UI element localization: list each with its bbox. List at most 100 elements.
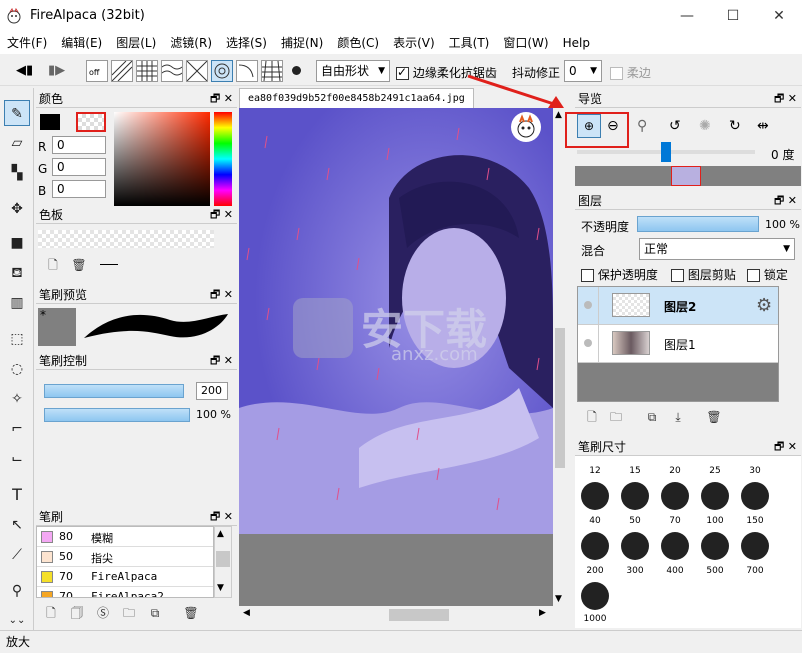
brush-size-dot[interactable] (581, 582, 609, 610)
background-color-swatch[interactable] (76, 112, 106, 132)
rotate-right-icon[interactable]: ↻ (729, 118, 741, 134)
brush-size-dot[interactable] (621, 482, 649, 510)
brush-size-dot[interactable] (741, 482, 769, 510)
brush-size-input[interactable]: 200 (196, 382, 228, 400)
copy-brush-icon[interactable]: 🗍 (68, 604, 86, 622)
brush-size-dot[interactable] (661, 482, 689, 510)
brush-size-cell[interactable]: 25 (695, 466, 735, 476)
soft-edge-checkbox[interactable]: 柔边 (610, 64, 651, 81)
visibility-icon[interactable] (584, 339, 592, 347)
grid-button[interactable] (136, 60, 158, 82)
radial-button[interactable] (186, 60, 208, 82)
blend-select[interactable]: 正常 ▼ (639, 238, 795, 260)
brush-size-cell[interactable]: 100 (695, 516, 735, 526)
swatch-menu-icon[interactable] (100, 264, 118, 265)
brush-size-dot[interactable] (661, 532, 689, 560)
brush-size-cell[interactable]: 300 (615, 566, 655, 576)
brush-panel-controls[interactable]: 🗗 ✕ (210, 508, 233, 526)
palette-swatches[interactable] (38, 230, 214, 248)
brush-size-cell[interactable]: 20 (655, 466, 695, 476)
minimize-button[interactable]: — (664, 0, 710, 32)
canvas-vscrollbar[interactable]: ▲ ▼ (553, 108, 567, 606)
delete-swatch-icon[interactable]: 🗑 (70, 256, 88, 274)
saturation-value-picker[interactable] (114, 112, 210, 206)
brush-size-dot[interactable] (621, 532, 649, 560)
text-tool-icon[interactable]: T (4, 482, 30, 508)
menu-window[interactable]: 窗口(W) (496, 32, 555, 54)
brush-size-cell[interactable]: 200 (575, 566, 615, 576)
rotate-left-icon[interactable]: ↺ (669, 118, 681, 134)
brush-list-scrollbar[interactable]: ▲ ▼ (214, 526, 232, 598)
fill-rect-tool-icon[interactable]: ■ (4, 230, 30, 256)
eyedropper-tool-icon[interactable]: ⚲ (4, 578, 30, 604)
wave-button[interactable] (161, 60, 183, 82)
prev-icon[interactable]: ◀▮ (16, 63, 33, 78)
color-panel-controls[interactable]: 🗗 ✕ (210, 90, 233, 108)
brush-size-dot[interactable] (581, 532, 609, 560)
brush-size-cell[interactable]: 400 (655, 566, 695, 576)
shape-select[interactable]: 自由形状 ▼ (316, 60, 390, 82)
delete-brush-icon[interactable]: 🗑 (182, 604, 200, 622)
gear-icon[interactable]: ⚙ (756, 295, 772, 316)
layer-row-1[interactable]: 图层1 (578, 325, 778, 363)
r-input[interactable]: 0 (52, 136, 106, 154)
zoom-in-icon[interactable]: ⊕ (577, 114, 601, 138)
dot-tool-icon[interactable]: ▚ (4, 160, 30, 186)
brush-size-cell[interactable]: 500 (695, 566, 735, 576)
protect-alpha-checkbox[interactable]: 保护透明度 (581, 266, 658, 283)
bucket-tool-icon[interactable]: ⛾ (4, 260, 30, 286)
new-brush-icon[interactable]: 🗋 (42, 604, 60, 622)
brush-size-dot[interactable] (581, 482, 609, 510)
brush-size-dot[interactable] (701, 482, 729, 510)
brush-size-cell[interactable]: 30 (735, 466, 775, 476)
brush-size-cell[interactable]: 1000 (575, 614, 615, 624)
canvas-hscrollbar[interactable]: ◀ ▶ (239, 606, 553, 622)
brush-size-cell[interactable]: 70 (655, 516, 695, 526)
zoom-out-icon[interactable]: ⊖ (607, 118, 619, 134)
menu-file[interactable]: 文件(F) (0, 32, 54, 54)
lock-checkbox[interactable]: 锁定 (747, 266, 788, 283)
menu-tool[interactable]: 工具(T) (442, 32, 497, 54)
layers-controls[interactable]: 🗗 ✕ (774, 192, 797, 210)
menu-snap[interactable]: 捕捉(N) (274, 32, 330, 54)
angle-slider-thumb[interactable] (661, 142, 671, 162)
clipping-checkbox[interactable]: 图层剪贴 (671, 266, 736, 283)
menu-layer[interactable]: 图层(L) (109, 32, 163, 54)
g-input[interactable]: 0 (52, 158, 106, 176)
menu-help[interactable]: Help (556, 32, 597, 54)
brush-size-cell[interactable]: 40 (575, 516, 615, 526)
pen-tool-icon[interactable]: ✎ (4, 100, 30, 126)
brush-size-slider[interactable] (44, 384, 184, 398)
maximize-button[interactable]: ☐ (710, 0, 756, 32)
hue-slider[interactable] (214, 112, 232, 206)
brush-size-cell[interactable]: 150 (735, 516, 775, 526)
concentric-button[interactable] (211, 60, 233, 82)
menu-color[interactable]: 颜色(C) (330, 32, 386, 54)
close-button[interactable]: ✕ (756, 0, 802, 32)
rotate-reset-icon[interactable]: ✺ (699, 118, 711, 134)
move-tool-icon[interactable]: ✥ (4, 196, 30, 222)
new-layer-icon[interactable]: 🗋 (583, 408, 601, 426)
foreground-color-swatch[interactable] (40, 114, 60, 130)
lasso-tool-icon[interactable]: ◌ (4, 356, 30, 382)
select-eraser-tool-icon[interactable]: ⌙ (4, 446, 30, 472)
list-item[interactable]: 70 FireAlpaca2 (37, 587, 213, 597)
brush-size-dot[interactable] (701, 532, 729, 560)
canvas-tab[interactable]: ea80f039d9b52f00e8458b2491c1aa64.jpg (239, 88, 474, 108)
canvas-image[interactable]: 安下载 anxz.com (239, 108, 553, 534)
layer-opacity-slider[interactable] (637, 216, 759, 232)
brush-size-controls[interactable]: 🗗 ✕ (774, 438, 797, 456)
brush-preview-controls[interactable]: 🗗 ✕ (210, 286, 233, 304)
brush-size-cell[interactable]: 700 (735, 566, 775, 576)
duplicate-layer-icon[interactable]: ⧉ (643, 408, 661, 426)
magic-wand-tool-icon[interactable]: ✧ (4, 386, 30, 412)
navigator-viewport[interactable] (671, 166, 701, 186)
select-pen-tool-icon[interactable]: ⌐ (4, 416, 30, 442)
menu-select[interactable]: 选择(S) (219, 32, 274, 54)
rect-select-tool-icon[interactable]: ⬚ (4, 326, 30, 352)
menu-filter[interactable]: 滤镜(R) (163, 32, 219, 54)
new-swatch-icon[interactable]: 🗋 (44, 256, 62, 274)
duplicate-brush-icon[interactable]: ⧉ (146, 604, 164, 622)
script-brush-icon[interactable]: Ⓢ (94, 604, 112, 622)
list-item[interactable]: 70 FireAlpaca (37, 567, 213, 587)
